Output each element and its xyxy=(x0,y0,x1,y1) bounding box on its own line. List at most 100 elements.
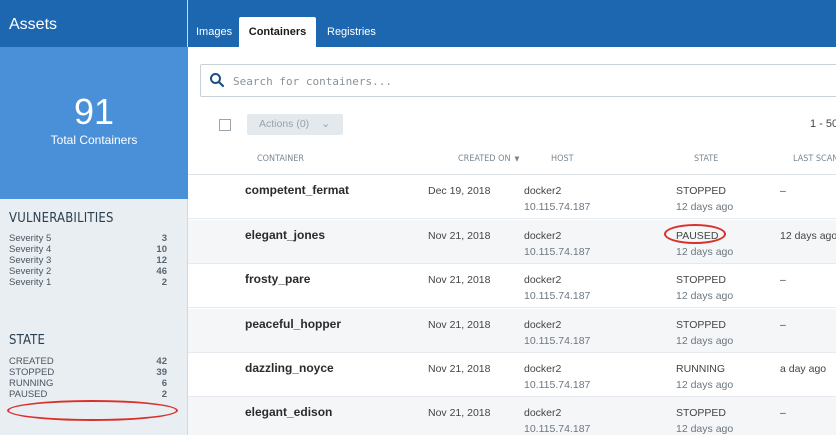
state-filter-label: STOPPED xyxy=(9,367,55,378)
chevron-down-icon: ⌄ xyxy=(321,118,331,130)
state-value: STOPPED xyxy=(676,274,726,286)
host-ip: 10.115.74.187 xyxy=(524,246,591,258)
created-date: Nov 21, 2018 xyxy=(428,363,491,375)
host-name: docker2 xyxy=(524,185,562,197)
table-row[interactable]: frosty_pare Nov 21, 2018 docker2 10.115.7… xyxy=(188,264,836,308)
state-filter-label: CREATED xyxy=(9,356,54,367)
state-value: STOPPED xyxy=(676,185,726,197)
container-name[interactable]: frosty_pare xyxy=(245,271,310,287)
severity-count: 3 xyxy=(161,233,167,244)
state-cell: RUNNING 12 days ago xyxy=(676,361,733,393)
state-paused-filter[interactable]: PAUSED 2 xyxy=(9,389,167,400)
state-cell: STOPPED 12 days ago xyxy=(676,317,733,349)
tab-images[interactable]: Images xyxy=(196,17,232,47)
last-scan: – xyxy=(780,274,786,286)
created-date: Dec 19, 2018 xyxy=(428,185,491,197)
severity-count: 46 xyxy=(156,266,167,277)
host-cell: docker2 10.115.74.187 xyxy=(524,228,590,260)
state-value: STOPPED xyxy=(676,407,726,419)
column-header-container[interactable]: CONTAINER xyxy=(257,154,304,164)
total-containers-count: 91 xyxy=(73,91,115,132)
created-date: Nov 21, 2018 xyxy=(428,274,491,286)
search-bar xyxy=(200,64,836,97)
severity-label: Severity 1 xyxy=(9,277,52,288)
host-name: docker2 xyxy=(524,363,562,375)
column-header-last-scan[interactable]: LAST SCAN xyxy=(793,154,836,164)
actions-dropdown-button[interactable]: Actions (0) ⌄ xyxy=(247,114,343,135)
state-running-filter[interactable]: RUNNING 6 xyxy=(9,378,167,389)
host-cell: docker2 10.115.74.187 xyxy=(524,272,590,304)
last-scan: – xyxy=(780,407,786,419)
state-filter-label: RUNNING xyxy=(9,378,54,389)
state-value: STOPPED xyxy=(676,319,726,331)
severity-label: Severity 5 xyxy=(9,233,52,244)
created-date: Nov 21, 2018 xyxy=(428,407,491,419)
total-containers-panel[interactable]: 91 Total Containers xyxy=(0,47,188,199)
actions-label: Actions (0) xyxy=(259,118,310,130)
severity-count: 12 xyxy=(156,255,167,266)
table-row[interactable]: competent_fermat Dec 19, 2018 docker2 10.… xyxy=(188,175,836,219)
container-name[interactable]: elegant_jones xyxy=(245,227,325,243)
vulnerabilities-title: VULNERABILITIES xyxy=(9,211,114,226)
table-row[interactable]: peaceful_hopper Nov 21, 2018 docker2 10.1… xyxy=(188,309,836,353)
last-scan: – xyxy=(780,185,786,197)
state-filter-count: 39 xyxy=(156,367,167,378)
container-name[interactable]: dazzling_noyce xyxy=(245,360,334,376)
state-age: 12 days ago xyxy=(676,423,734,435)
severity-1-filter[interactable]: Severity 1 2 xyxy=(9,277,167,288)
last-scan: 12 days ago xyxy=(780,230,836,242)
state-age: 12 days ago xyxy=(676,290,734,302)
severity-label: Severity 3 xyxy=(9,255,52,266)
table-row[interactable]: elegant_jones Nov 21, 2018 docker2 10.115… xyxy=(188,220,836,264)
container-name[interactable]: elegant_edison xyxy=(245,404,332,420)
select-all-checkbox[interactable] xyxy=(219,119,231,131)
host-name: docker2 xyxy=(524,230,562,242)
container-name[interactable]: competent_fermat xyxy=(245,182,349,198)
state-filter-label: PAUSED xyxy=(9,389,48,400)
column-header-created[interactable]: CREATED ON ▼ xyxy=(458,154,519,164)
state-value: PAUSED xyxy=(676,230,719,242)
severity-count: 10 xyxy=(156,244,167,255)
severity-2-filter[interactable]: Severity 2 46 xyxy=(9,266,167,277)
sidebar-title: Assets xyxy=(0,0,187,47)
container-name[interactable]: peaceful_hopper xyxy=(245,316,341,332)
state-age: 12 days ago xyxy=(676,201,734,213)
host-ip: 10.115.74.187 xyxy=(524,335,591,347)
host-name: docker2 xyxy=(524,274,562,286)
host-cell: docker2 10.115.74.187 xyxy=(524,361,590,393)
state-cell: STOPPED 12 days ago xyxy=(676,272,733,304)
state-filter-count: 2 xyxy=(161,389,167,400)
search-icon xyxy=(210,73,225,88)
state-filter-count: 42 xyxy=(156,356,167,367)
tab-registries[interactable]: Registries xyxy=(327,17,376,47)
sidebar: Assets 91 Total Containers VULNERABILITI… xyxy=(0,0,188,435)
host-ip: 10.115.74.187 xyxy=(524,290,591,302)
state-value: RUNNING xyxy=(676,363,725,375)
table-row[interactable]: dazzling_noyce Nov 21, 2018 docker2 10.11… xyxy=(188,353,836,397)
column-header-host[interactable]: HOST xyxy=(551,154,574,164)
severity-count: 2 xyxy=(161,277,167,288)
sort-down-icon: ▼ xyxy=(514,155,520,163)
created-date: Nov 21, 2018 xyxy=(428,319,491,331)
state-cell: STOPPED 12 days ago xyxy=(676,183,733,215)
host-cell: docker2 10.115.74.187 xyxy=(524,405,590,435)
state-stopped-filter[interactable]: STOPPED 39 xyxy=(9,367,167,378)
tab-containers[interactable]: Containers xyxy=(239,17,316,47)
created-date: Nov 21, 2018 xyxy=(428,230,491,242)
table-header: CONTAINER CREATED ON ▼ HOST STATE LAST SC… xyxy=(188,147,836,175)
state-created-filter[interactable]: CREATED 42 xyxy=(9,356,167,367)
state-age: 12 days ago xyxy=(676,379,734,391)
host-cell: docker2 10.115.74.187 xyxy=(524,317,590,349)
column-header-state[interactable]: STATE xyxy=(694,154,718,164)
state-age: 12 days ago xyxy=(676,246,734,258)
host-name: docker2 xyxy=(524,319,562,331)
top-nav: Images Containers Registries xyxy=(188,0,836,47)
severity-4-filter[interactable]: Severity 4 10 xyxy=(9,244,167,255)
search-input[interactable] xyxy=(233,71,633,91)
state-cell: STOPPED 12 days ago xyxy=(676,405,733,435)
table-row[interactable]: elegant_edison Nov 21, 2018 docker2 10.11… xyxy=(188,397,836,435)
severity-5-filter[interactable]: Severity 5 3 xyxy=(9,233,167,244)
severity-3-filter[interactable]: Severity 3 12 xyxy=(9,255,167,266)
severity-label: Severity 2 xyxy=(9,266,52,277)
severity-label: Severity 4 xyxy=(9,244,52,255)
